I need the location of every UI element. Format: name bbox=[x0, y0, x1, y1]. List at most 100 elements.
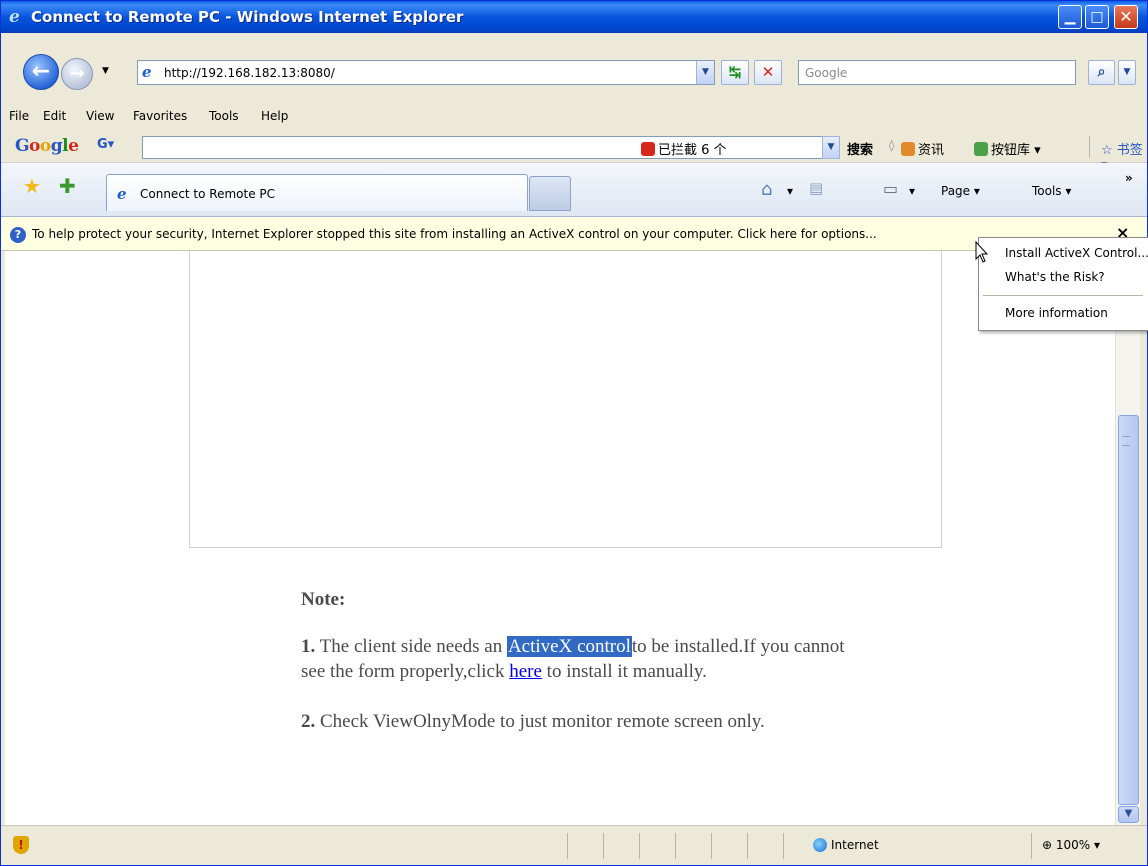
minimize-icon: ▁ bbox=[1064, 9, 1076, 25]
menu-help[interactable]: Help bbox=[261, 109, 288, 123]
note-title: Note: bbox=[301, 589, 346, 610]
activex-options-menu: Install ActiveX Control... What's the Ri… bbox=[978, 237, 1148, 331]
news-label: 资讯 bbox=[918, 143, 945, 158]
zoom-control[interactable]: ⊕ 100% ▾ bbox=[1042, 838, 1100, 852]
note-1-line2-start: see the form properly,click bbox=[301, 661, 510, 682]
button-gallery-button[interactable]: 按钮库 ▾ bbox=[974, 139, 1041, 158]
google-toolbar: Google G▾ ▼ 搜索 ◊ 资讯 按钮库 ▾ ☆ 书签▾ bbox=[1, 129, 1147, 173]
search-input[interactable]: Google bbox=[798, 60, 1076, 85]
home-dropdown[interactable]: ▾ bbox=[787, 184, 793, 198]
maximize-button[interactable]: □ bbox=[1085, 5, 1109, 29]
star-icon: ☆ bbox=[1101, 143, 1113, 158]
close-button[interactable]: ✕ bbox=[1114, 5, 1138, 29]
menu-whats-the-risk[interactable]: What's the Risk? bbox=[1005, 270, 1105, 284]
google-search-button[interactable]: 搜索 bbox=[847, 139, 873, 158]
globe-icon bbox=[813, 838, 827, 852]
news-icon bbox=[901, 142, 915, 156]
search-icon: ⌕ bbox=[1097, 64, 1106, 80]
blocked-icon bbox=[641, 142, 655, 156]
status-divider bbox=[747, 833, 748, 859]
tab-label: Connect to Remote PC bbox=[140, 187, 276, 201]
shield-info-icon: ? bbox=[10, 227, 26, 243]
new-tab-button[interactable] bbox=[529, 176, 571, 211]
menu-bar: File Edit View Favorites Tools Help bbox=[1, 105, 1147, 129]
favorites-center-icon[interactable]: ★ bbox=[23, 174, 41, 198]
stop-button[interactable]: ✕ bbox=[754, 60, 782, 85]
info-bar-message[interactable]: To help protect your security, Internet … bbox=[32, 227, 877, 241]
news-button[interactable]: 资讯 bbox=[901, 139, 944, 158]
address-input[interactable]: e http://192.168.182.13:8080/ ▼ bbox=[137, 60, 715, 85]
zone-label: Internet bbox=[831, 838, 879, 852]
google-search-dropdown[interactable]: ▼ bbox=[822, 136, 840, 159]
menu-favorites[interactable]: Favorites bbox=[133, 109, 187, 123]
stop-icon: ✕ bbox=[761, 63, 775, 81]
print-icon[interactable]: ▭ bbox=[883, 179, 898, 198]
vertical-scrollbar[interactable]: ▼ bbox=[1115, 251, 1140, 825]
status-divider bbox=[603, 833, 604, 859]
minimize-button[interactable]: ▁ bbox=[1058, 5, 1082, 29]
recent-pages-dropdown[interactable]: ▼ bbox=[102, 66, 109, 76]
more-commands-button[interactable]: » bbox=[1125, 171, 1133, 185]
button-gallery-label: 按钮库 ▾ bbox=[991, 143, 1041, 158]
note-section: Note: 1. The client side needs an Active… bbox=[301, 587, 861, 759]
scroll-down-button[interactable]: ▼ bbox=[1118, 806, 1139, 823]
status-divider bbox=[1031, 833, 1032, 859]
zoom-label: 100% bbox=[1055, 838, 1091, 852]
menu-tools[interactable]: Tools bbox=[209, 109, 239, 123]
menu-separator bbox=[983, 295, 1143, 296]
toolbar-divider bbox=[1089, 136, 1090, 158]
forward-button[interactable]: → bbox=[61, 58, 93, 90]
scrollbar-thumb[interactable] bbox=[1118, 415, 1139, 805]
page-ie-icon: e bbox=[142, 63, 152, 81]
activex-highlight: ActiveX control bbox=[506, 636, 632, 657]
chevron-down-icon: ▼ bbox=[827, 142, 835, 152]
tools-menu-button[interactable]: Tools ▾ bbox=[1032, 184, 1071, 198]
google-menu-button[interactable]: G▾ bbox=[97, 137, 137, 157]
status-divider bbox=[567, 833, 568, 859]
status-bar: ! Internet ⊕ 100% ▾ bbox=[1, 825, 1147, 865]
note-2-text: Check ViewOlnyMode to just monitor remot… bbox=[315, 711, 765, 732]
menu-edit[interactable]: Edit bbox=[43, 109, 66, 123]
note-1-line2-end: to install it manually. bbox=[541, 661, 707, 682]
security-zone[interactable]: Internet bbox=[813, 838, 879, 852]
chevron-down-icon: ▼ bbox=[1124, 808, 1133, 819]
note-1-text-start: The client side needs an bbox=[315, 636, 507, 657]
add-favorite-icon[interactable]: ✚ bbox=[59, 174, 76, 198]
security-warning-icon[interactable]: ! bbox=[13, 836, 29, 854]
note-item-1: 1. The client side needs an ActiveX cont… bbox=[301, 634, 861, 684]
menu-install-activex[interactable]: Install ActiveX Control... bbox=[1005, 246, 1148, 260]
title-bar[interactable]: e Connect to Remote PC - Windows Interne… bbox=[1, 1, 1147, 33]
search-options-button[interactable]: ▼ bbox=[1118, 60, 1136, 85]
ie-window: e Connect to Remote PC - Windows Interne… bbox=[0, 0, 1148, 866]
close-icon: ✕ bbox=[1119, 7, 1133, 26]
popup-blocker-label: 已拦截 6 个 bbox=[658, 143, 727, 158]
feeds-icon[interactable]: ▤ bbox=[809, 179, 823, 197]
back-button[interactable]: ← bbox=[23, 54, 59, 90]
install-manually-link[interactable]: here bbox=[509, 661, 542, 682]
page-menu-button[interactable]: Page ▾ bbox=[941, 184, 980, 198]
home-icon[interactable]: ⌂ bbox=[761, 179, 772, 200]
window-title: Connect to Remote PC - Windows Internet … bbox=[31, 8, 464, 26]
menu-more-information[interactable]: More information bbox=[1005, 306, 1108, 320]
scrollbar-grip bbox=[1122, 436, 1130, 446]
popup-blocker-button[interactable]: 已拦截 6 个 bbox=[641, 139, 727, 158]
address-dropdown-button[interactable]: ▼ bbox=[696, 61, 714, 84]
chevron-down-icon: ▼ bbox=[702, 67, 709, 77]
menu-file[interactable]: File bbox=[9, 109, 29, 123]
refresh-icon: ↹ bbox=[728, 63, 742, 81]
puzzle-icon bbox=[974, 142, 988, 156]
mouse-cursor-icon bbox=[975, 241, 989, 263]
note-1-number: 1. bbox=[301, 636, 316, 657]
tab-ie-icon: e bbox=[117, 185, 127, 203]
menu-view[interactable]: View bbox=[86, 109, 114, 123]
forward-arrow-icon: → bbox=[69, 63, 85, 84]
page-content: Note: 1. The client side needs an Active… bbox=[5, 251, 1115, 825]
google-logo: Google bbox=[15, 136, 79, 156]
zoom-icon: ⊕ bbox=[1042, 838, 1053, 852]
search-button[interactable]: ⌕ bbox=[1088, 60, 1115, 85]
refresh-button[interactable]: ↹ bbox=[721, 60, 749, 85]
tab-connect-remote-pc[interactable]: e Connect to Remote PC bbox=[106, 174, 528, 211]
toolbar-separator-icon: ◊ bbox=[889, 139, 895, 152]
activex-placeholder-frame bbox=[189, 251, 942, 548]
print-dropdown[interactable]: ▾ bbox=[909, 184, 915, 198]
